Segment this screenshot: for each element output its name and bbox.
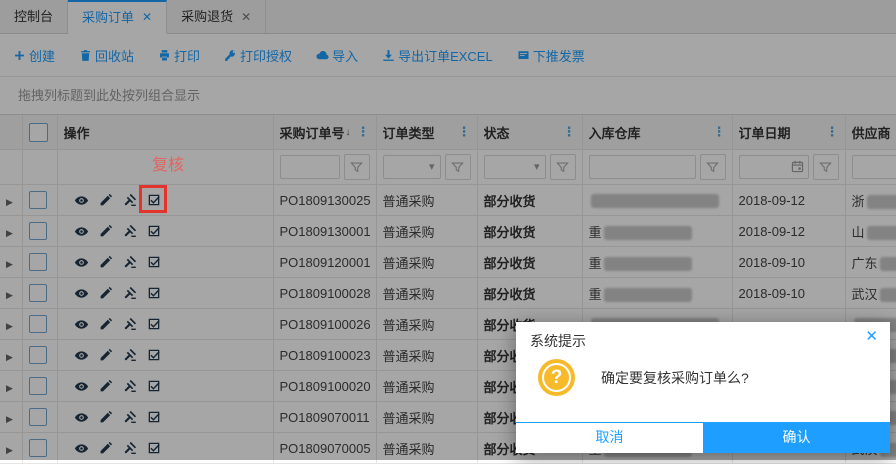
- dialog-message: 确定要复核采购订单么?: [601, 368, 749, 396]
- annotation-review-label: 复核: [152, 151, 184, 175]
- dialog-title: 系统提示: [516, 322, 890, 351]
- annotation-highlight-box: [139, 185, 167, 213]
- confirm-dialog: 系统提示 ✕ ? 确定要复核采购订单么? 取消 确认: [516, 322, 890, 453]
- confirm-button[interactable]: 确认: [703, 423, 890, 453]
- cancel-button[interactable]: 取消: [516, 423, 703, 453]
- close-icon[interactable]: ✕: [865, 329, 878, 344]
- question-icon: ?: [538, 359, 575, 396]
